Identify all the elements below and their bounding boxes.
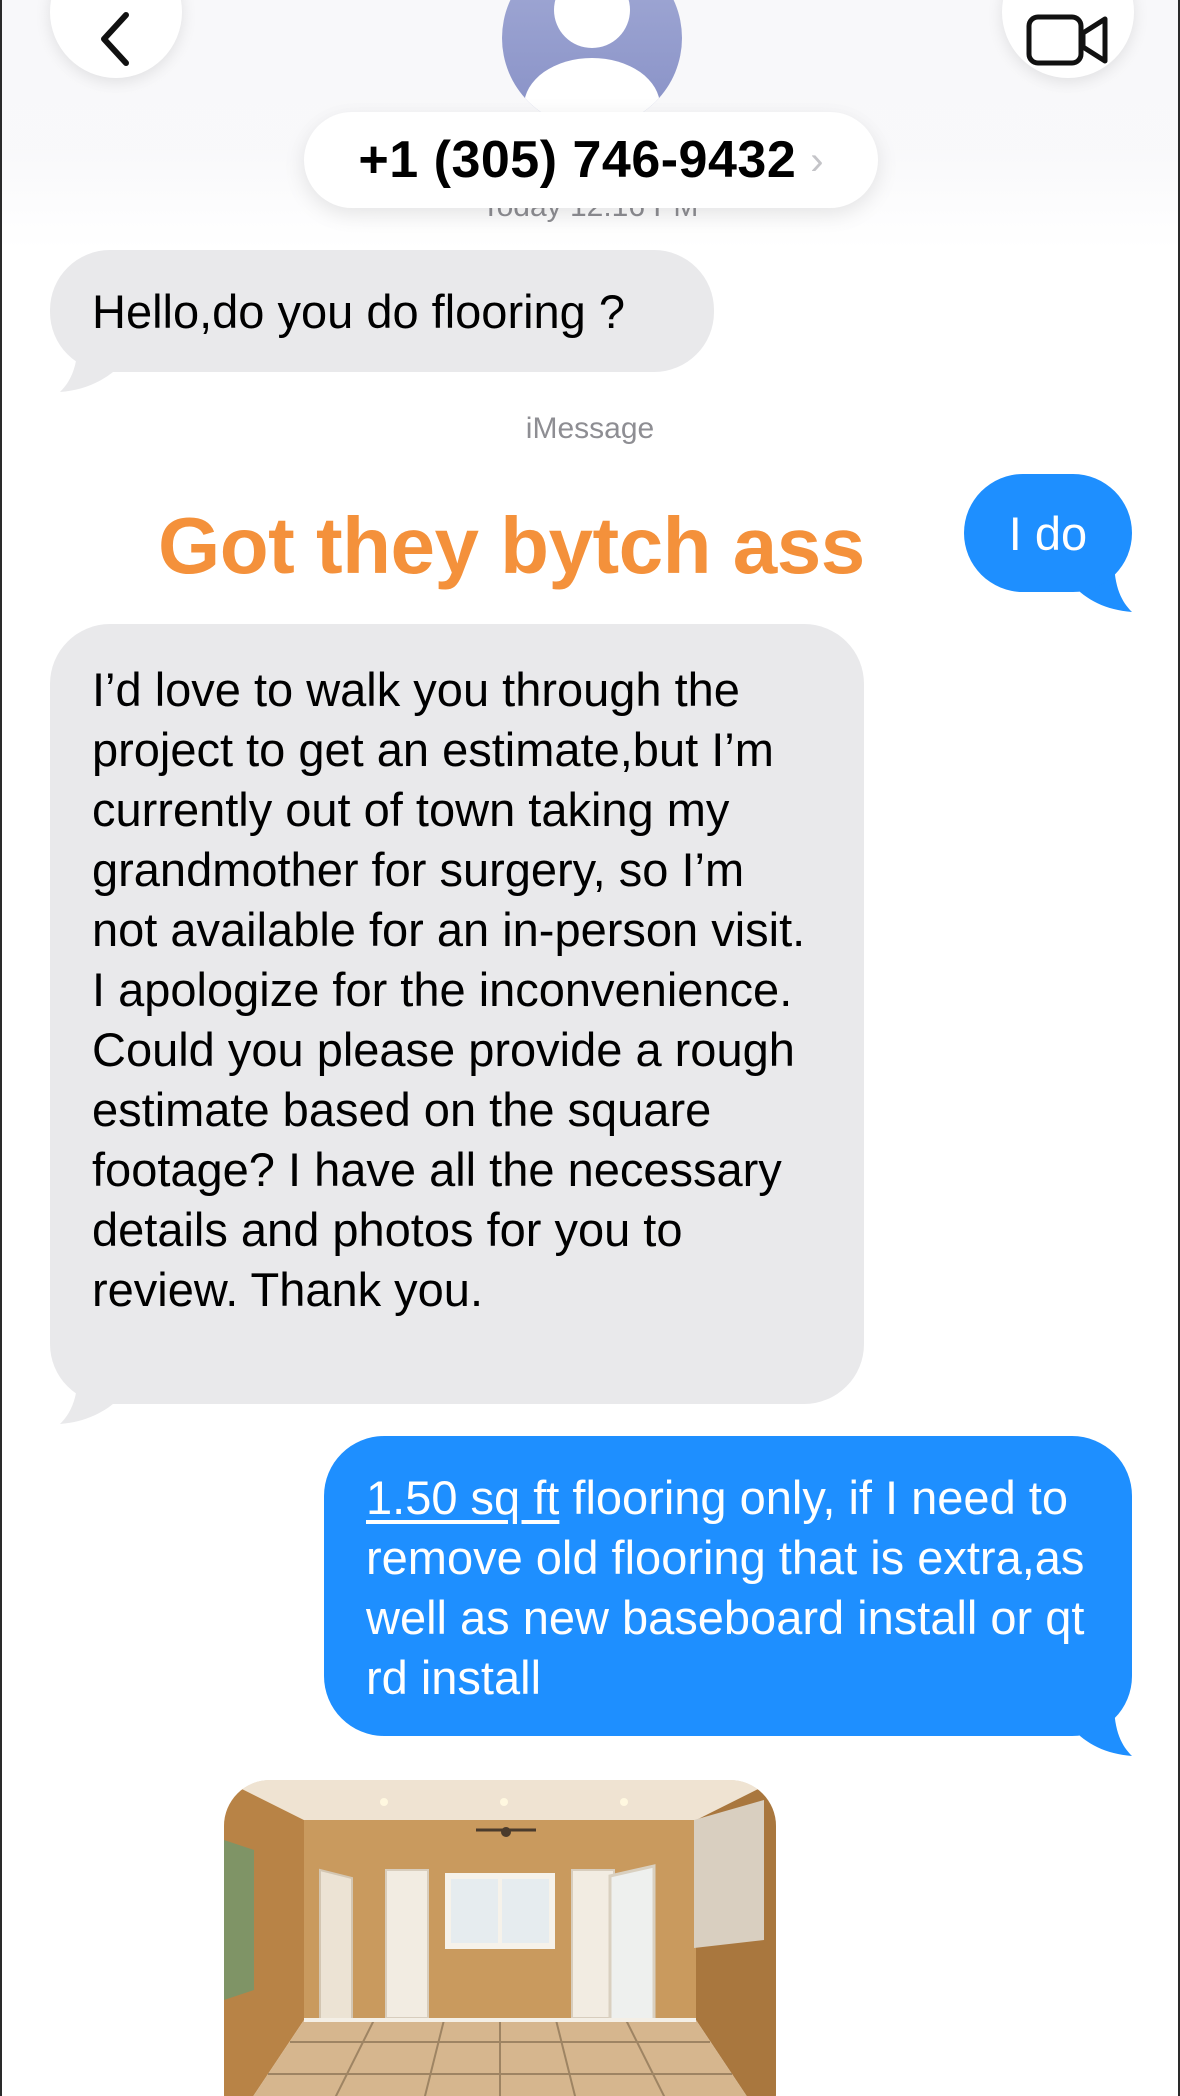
chevron-left-icon [101, 12, 129, 66]
message-bubble-incoming[interactable]: I’d love to walk you through the project… [50, 624, 864, 1404]
overlay-caption: Got they bytch ass [158, 501, 865, 590]
service-label: iMessage [525, 412, 655, 445]
message-bubble-incoming[interactable]: Hello,do you do flooring ? [50, 250, 714, 372]
message-text: Hello,do you do flooring ? [92, 285, 626, 338]
contact-name-pill[interactable]: +1 (305) 746-9432 › [304, 112, 878, 208]
photo-attachment[interactable] [224, 1780, 776, 2096]
message-text: I’d love to walk you through the project… [92, 663, 806, 1316]
messages-screen: Today 12:16 PM +1 (305) 746-9432 › Hello… [0, 0, 1180, 2096]
video-camera-icon [1026, 14, 1108, 66]
chevron-right-icon: › [810, 138, 824, 183]
detected-link[interactable]: 1.50 sq ft [366, 1471, 559, 1524]
message-text: I do [1008, 507, 1088, 560]
message-bubble-outgoing[interactable]: I do [964, 474, 1132, 592]
message-bubble-outgoing[interactable]: 1.50 sq ft flooring only, if I need to r… [324, 1436, 1132, 1736]
contact-name: +1 (305) 746-9432 [358, 131, 797, 189]
room-photo [224, 1780, 776, 2096]
